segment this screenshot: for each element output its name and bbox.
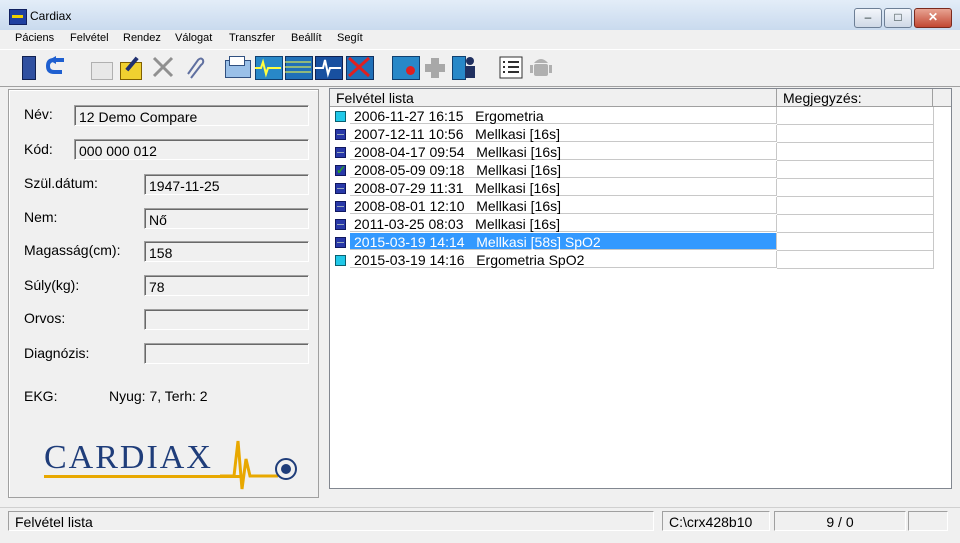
window-title: Cardiax — [30, 9, 72, 23]
menu-felvetel[interactable]: Felvétel — [70, 32, 109, 44]
status-text: Felvétel lista — [8, 511, 654, 531]
recording-note — [777, 107, 934, 125]
weight-label: Súly(kg): — [24, 277, 80, 293]
weight-field[interactable]: 78 — [144, 275, 309, 296]
ecg-checked-icon — [335, 161, 346, 179]
list-item[interactable]: 2007-12-11 10:56 Mellkasi [16s] — [330, 125, 934, 143]
dob-label: Szül.dátum: — [24, 175, 98, 191]
list-item[interactable]: 2008-08-01 12:10 Mellkasi [16s] — [330, 197, 934, 215]
recording-note — [777, 215, 934, 233]
list-item[interactable]: 2015-03-19 14:14 Mellkasi [58s] SpO2 — [330, 233, 934, 251]
recording-label: 2008-04-17 09:54 Mellkasi [16s] — [350, 143, 777, 160]
print-icon[interactable] — [224, 54, 251, 80]
menu-beallit[interactable]: Beállít — [291, 32, 322, 44]
recording-label: 2015-03-19 14:16 Ergometria SpO2 — [350, 251, 777, 268]
column-header-recordings[interactable]: Felvétel lista — [330, 89, 777, 106]
list-item[interactable]: 2008-07-29 11:31 Mellkasi [16s] — [330, 179, 934, 197]
ecg-record-icon — [335, 219, 346, 230]
ecg-grid-icon[interactable] — [255, 54, 283, 80]
ekg-summary: Nyug: 7, Terh: 2 — [109, 388, 208, 404]
status-count: 9 / 0 — [774, 511, 906, 531]
recording-label: 2008-07-29 11:31 Mellkasi [16s] — [350, 179, 777, 196]
recording-list[interactable]: Felvétel lista Megjegyzés: 2006-11-27 16… — [329, 88, 952, 489]
diagnosis-field[interactable] — [144, 343, 309, 364]
list-icon[interactable] — [498, 54, 524, 80]
ecg-delete-icon[interactable] — [346, 54, 374, 80]
recording-note — [777, 161, 934, 179]
logo-text: CARDIAX — [44, 439, 213, 476]
ecg-record-icon — [335, 201, 346, 212]
minimize-button[interactable]: – — [854, 8, 882, 28]
maximize-button[interactable]: □ — [884, 8, 912, 28]
list-item[interactable]: 2006-11-27 16:15 Ergometria — [330, 107, 934, 125]
edit-document-icon[interactable] — [118, 54, 144, 80]
list-item[interactable]: 2008-05-09 09:18 Mellkasi [16s] — [330, 161, 934, 179]
doctor-field[interactable] — [144, 309, 309, 330]
recording-note — [777, 143, 934, 161]
diagnosis-label: Diagnózis: — [24, 345, 90, 361]
ekg-label: EKG: — [24, 388, 58, 404]
menu-rendez[interactable]: Rendez — [123, 32, 161, 44]
attach-paperclip-icon[interactable] — [180, 54, 206, 80]
delete-tools-icon[interactable] — [150, 54, 176, 80]
height-field[interactable]: 158 — [144, 241, 309, 262]
recording-label: 2011-03-25 08:03 Mellkasi [16s] — [350, 215, 777, 232]
back-arrow-icon[interactable] — [44, 54, 70, 80]
menu-transzfer[interactable]: Transzfer — [229, 32, 275, 44]
recording-note — [777, 233, 934, 251]
recording-label: 2006-11-27 16:15 Ergometria — [350, 107, 777, 124]
logo-line — [44, 475, 244, 478]
recording-note — [777, 179, 934, 197]
new-document-icon[interactable] — [88, 54, 114, 80]
recording-note — [777, 251, 934, 269]
add-cross-icon[interactable] — [422, 54, 448, 80]
title-bar: Cardiax – □ ✕ — [0, 0, 960, 31]
toolbar — [0, 49, 960, 87]
logo-ecg-mark — [220, 440, 297, 490]
menu-paciens[interactable]: Páciens — [15, 32, 54, 44]
code-field[interactable]: 000 000 012 — [74, 139, 309, 160]
sex-field[interactable]: Nő — [144, 208, 309, 229]
list-item[interactable]: 2015-03-19 14:16 Ergometria SpO2 — [330, 251, 934, 269]
recording-label: 2015-03-19 14:14 Mellkasi [58s] SpO2 — [350, 233, 777, 250]
recording-label: 2007-12-11 10:56 Mellkasi [16s] — [350, 125, 777, 142]
menu-bar: Páciens Felvétel Rendez Válogat Transzfe… — [0, 30, 960, 48]
patient-info-panel: Név: 12 Demo Compare Kód: 000 000 012 Sz… — [8, 89, 319, 498]
ecg-record-icon — [335, 237, 346, 248]
recording-note — [777, 125, 934, 143]
recording-label: 2008-08-01 12:10 Mellkasi [16s] — [350, 197, 777, 214]
ecg-monitor-icon[interactable] — [315, 54, 343, 80]
status-path: C:\crx428b10 — [662, 511, 770, 531]
close-button[interactable]: ✕ — [914, 8, 952, 28]
menu-segit[interactable]: Segít — [337, 32, 363, 44]
recording-note — [777, 197, 934, 215]
column-header-notes[interactable]: Megjegyzés: — [777, 89, 933, 106]
folder-icon — [335, 111, 346, 122]
list-item[interactable]: 2008-04-17 09:54 Mellkasi [16s] — [330, 143, 934, 161]
code-label: Kód: — [24, 141, 53, 157]
status-bar: Felvétel lista C:\crx428b10 9 / 0 — [0, 507, 960, 543]
list-header: Felvétel lista Megjegyzés: — [330, 89, 951, 107]
height-label: Magasság(cm): — [24, 242, 121, 258]
name-label: Név: — [24, 106, 53, 122]
ecg-record-icon — [335, 147, 346, 158]
patient-figure-icon[interactable] — [452, 54, 478, 80]
android-icon[interactable] — [528, 54, 554, 80]
list-item[interactable]: 2011-03-25 08:03 Mellkasi [16s] — [330, 215, 934, 233]
cardiax-logo: CARDIAX — [44, 435, 304, 495]
dob-field[interactable]: 1947-11-25 — [144, 174, 309, 195]
ecg-record-icon — [335, 129, 346, 140]
folder-icon — [335, 255, 346, 266]
menu-valogat[interactable]: Válogat — [175, 32, 212, 44]
ecg-multi-icon[interactable] — [285, 54, 313, 80]
sex-label: Nem: — [24, 209, 58, 225]
ecg-record-icon — [335, 183, 346, 194]
status-extra — [908, 511, 948, 531]
record-icon[interactable] — [392, 54, 420, 80]
exit-door-icon[interactable] — [16, 54, 42, 80]
doctor-label: Orvos: — [24, 310, 66, 326]
app-icon — [9, 9, 27, 25]
recording-label: 2008-05-09 09:18 Mellkasi [16s] — [350, 161, 777, 178]
name-field[interactable]: 12 Demo Compare — [74, 105, 309, 126]
